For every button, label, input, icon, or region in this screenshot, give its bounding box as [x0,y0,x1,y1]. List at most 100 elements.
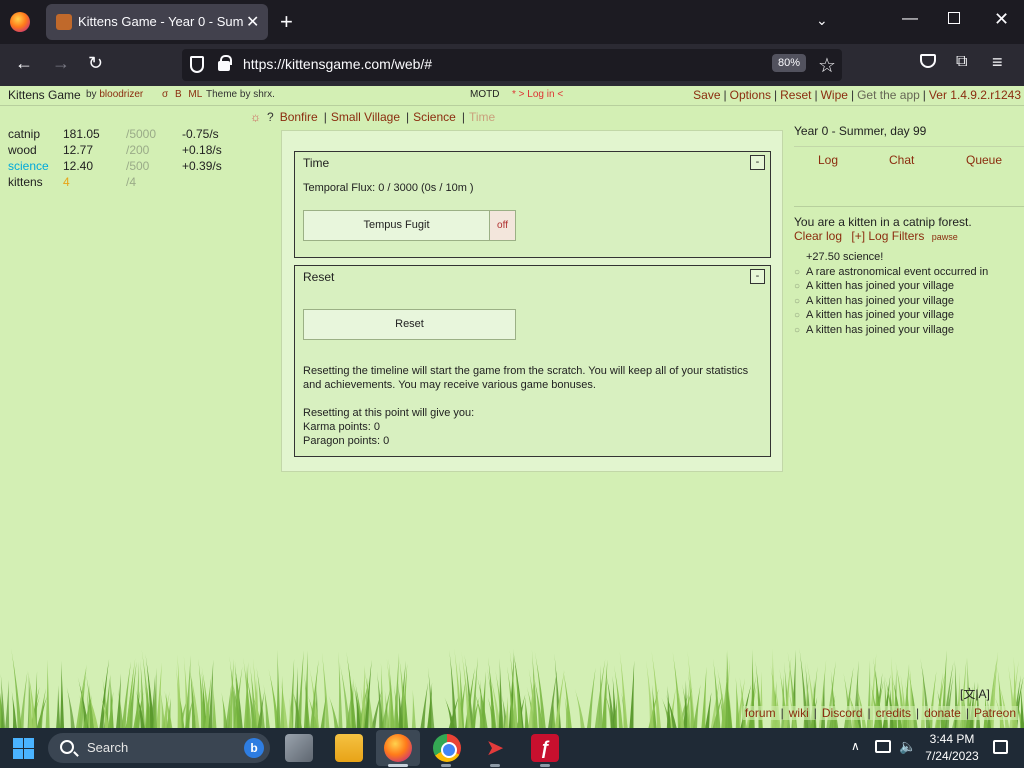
back-arrow-icon[interactable]: ← [15,53,33,74]
chrome-icon[interactable] [433,734,461,762]
log-entry: +27.50 science! [794,251,1024,266]
task-view-icon[interactable] [285,734,313,762]
tab-title: Kittens Game - Year 0 - Summer [78,14,244,29]
grass-blade [701,666,707,728]
tempus-fugit-button[interactable]: Tempus Fugit [303,210,490,241]
pocket-icon[interactable] [920,54,936,68]
red-app-icon[interactable]: ➤ [481,734,509,762]
tab-list-chevron-icon[interactable]: ⌄ [816,12,828,29]
forum-link[interactable]: forum [745,706,776,720]
grass-blade [37,688,46,728]
taskbar-search[interactable]: Search b [48,733,270,763]
search-icon [60,740,74,754]
clear-log-link[interactable]: Clear log [794,229,842,243]
url-text[interactable]: https://kittensgame.com/web/# [243,56,432,72]
reset-link[interactable]: Reset [780,88,811,102]
language-switch[interactable]: [文|A] [960,685,990,702]
pawse-link[interactable]: pawse [932,232,958,242]
resource-value: 12.40 [63,159,94,173]
new-tab-button[interactable]: + [280,9,293,35]
reset-button[interactable]: Reset [303,309,516,340]
clock-date[interactable]: 7/24/2023 [922,749,982,763]
top-header: Kittens Game by bloodrizer σ B ML Theme … [0,86,1024,106]
tab-log[interactable]: Log [818,153,838,167]
log-entry-text: A kitten has joined your village [806,294,954,307]
resource-name: catnip [8,127,41,141]
hamburger-menu-icon[interactable]: ≡ [992,52,1003,73]
tabs-help[interactable]: ? [267,110,274,124]
bookmark-star-icon[interactable]: ☆ [818,53,836,78]
grass-blade [1020,687,1024,728]
resource-row-kittens[interactable]: kittens 4 /4 [8,175,238,191]
flash-player-icon[interactable]: ƒ [531,734,559,762]
discord-link[interactable]: Discord [822,706,863,720]
running-indicator [490,764,500,767]
separator: | [916,706,920,720]
tab-time[interactable]: Time [469,110,495,124]
tab-science[interactable]: Science [413,110,456,124]
misc-links[interactable]: σ B ML [162,89,202,100]
log-filters-link[interactable]: [+] Log Filters [851,229,924,243]
wiki-link[interactable]: wiki [789,706,809,720]
separator: | [965,706,969,720]
collapse-time-button[interactable]: - [750,155,765,170]
browser-tab-active[interactable]: Kittens Game - Year 0 - Summer ✕ [46,4,268,40]
grass-blade [160,690,166,728]
wipe-link[interactable]: Wipe [821,88,848,102]
tab-queue[interactable]: Queue [966,153,1002,167]
address-bar[interactable]: https://kittensgame.com/web/# 80% ☆ [182,49,842,81]
extensions-icon[interactable]: ⧉ [956,53,967,71]
save-link[interactable]: Save [693,88,720,102]
log-bullet: ○ [794,310,801,321]
reload-icon[interactable]: ↻ [88,53,103,74]
version-link[interactable]: Ver 1.4.9.2.r1243 [929,88,1021,102]
credits-link[interactable]: credits [876,706,911,720]
lock-icon[interactable] [218,55,232,71]
tracking-shield-icon[interactable] [190,56,204,73]
grass-blade [524,696,529,728]
grass-blade [470,656,478,728]
tab-bonfire[interactable]: Bonfire [280,110,318,124]
separator: | [323,110,327,124]
tray-expand-icon[interactable]: ∧ [851,739,860,753]
grass-blade [338,651,343,728]
windows-start-icon[interactable] [13,738,34,759]
calendar-date: Year 0 - Summer, day 99 [794,124,927,138]
network-icon[interactable] [875,740,891,753]
close-tab-icon[interactable]: ✕ [246,12,259,32]
motd-link[interactable]: MOTD [470,89,499,100]
resource-row-wood[interactable]: wood 12.77 /200 +0.18/s [8,143,238,159]
author-credit: by bloodrizer [86,89,143,100]
clock-time[interactable]: 3:44 PM [922,732,982,746]
firefox-taskbar-icon[interactable] [384,734,412,762]
window-close-icon[interactable]: ✕ [994,9,1009,30]
firefox-icon[interactable] [10,12,30,32]
karma-points: Karma points: 0 [303,421,381,433]
forward-arrow-icon[interactable]: → [52,53,70,74]
resource-row-science[interactable]: science 12.40 /500 +0.39/s [8,159,238,175]
patreon-link[interactable]: Patreon [974,706,1016,720]
collapse-reset-button[interactable]: - [750,269,765,284]
tempus-fugit-toggle[interactable]: off [489,210,516,241]
donate-link[interactable]: donate [924,706,961,720]
tab-small-village[interactable]: Small Village [331,110,400,124]
bing-icon[interactable]: b [244,738,264,758]
resource-rate: +0.18/s [182,143,222,157]
file-explorer-icon[interactable] [335,734,363,762]
grass-blade [276,649,281,728]
zoom-level-badge[interactable]: 80% [772,54,807,72]
tab-chat[interactable]: Chat [889,153,914,167]
resource-name: kittens [8,175,43,189]
options-link[interactable]: Options [730,88,771,102]
grass-blade [586,667,596,728]
get-app-link[interactable]: Get the app [857,88,920,102]
notification-icon[interactable] [993,740,1008,754]
maximize-icon[interactable] [948,12,960,24]
resource-row-catnip[interactable]: catnip 181.05 /5000 -0.75/s [8,127,238,143]
log-tabs: Log Chat Queue [794,146,1024,167]
minimize-icon[interactable]: — [902,10,918,28]
login-link[interactable]: * > Log in < [512,89,563,100]
author-link[interactable]: bloodrizer [99,89,143,100]
separator: | [814,88,818,102]
volume-icon[interactable]: 🔈 [899,738,916,755]
